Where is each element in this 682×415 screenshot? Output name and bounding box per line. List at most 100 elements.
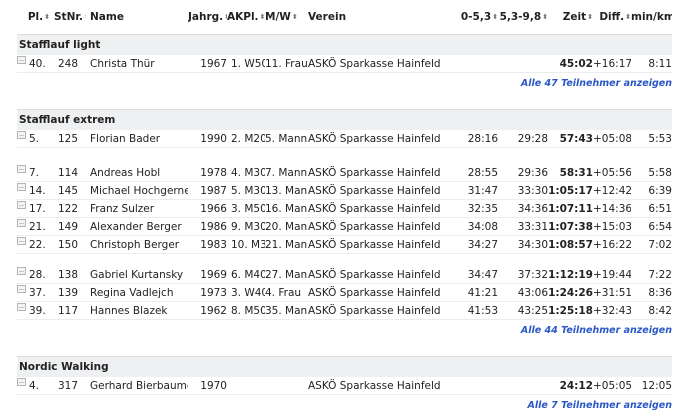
- place-value: 17.: [29, 203, 46, 215]
- cell-place: 21.: [17, 218, 50, 236]
- place-value: 37.: [29, 287, 46, 299]
- table-row[interactable]: 28.138Gabriel Kurtansky19696. M4027. Man…: [17, 254, 672, 284]
- table-row[interactable]: 4.317Gerhard Bierbaumer1970ASKÖ Sparkass…: [17, 377, 672, 395]
- cell-year: 1970: [188, 377, 227, 395]
- cell-club: ASKÖ Sparkasse Hainfeld: [308, 148, 446, 182]
- cell-ageclass-place: 4. M30: [227, 148, 265, 182]
- table-row[interactable]: 7.114Andreas Hobl19784. M307. MannASKÖ S…: [17, 148, 672, 182]
- certificate-icon[interactable]: [17, 201, 26, 209]
- col-header-split2[interactable]: 5,3-9,8⬍: [498, 0, 548, 35]
- cell-name: Christoph Berger: [86, 236, 188, 254]
- col-header-verein[interactable]: Verein⬍: [308, 0, 446, 35]
- section-header: Nordic Walking: [17, 357, 672, 378]
- cell-name: Gerhard Bierbaumer: [86, 377, 188, 395]
- cell-club: ASKÖ Sparkasse Hainfeld: [308, 254, 446, 284]
- cell-startnumber: 117: [50, 302, 86, 320]
- certificate-icon[interactable]: [17, 165, 26, 173]
- cell-split-1: 34:47: [446, 254, 498, 284]
- show-all-row: Alle 7 Teilnehmer anzeigen: [17, 395, 672, 415]
- cell-year: 1967: [188, 55, 227, 73]
- cell-name: Hannes Blazek: [86, 302, 188, 320]
- col-header-diff[interactable]: Diff.⬍: [593, 0, 631, 35]
- cell-ageclass-place: 3. M50: [227, 200, 265, 218]
- table-row[interactable]: 40.248Christa Thür19671. W5011. FrauASKÖ…: [17, 55, 672, 73]
- certificate-icon[interactable]: [17, 267, 26, 275]
- place-value: 21.: [29, 221, 46, 233]
- cell-name: Michael Hochgerner: [86, 182, 188, 200]
- table-row[interactable]: 5.125Florian Bader19902. M205. MannASKÖ …: [17, 130, 672, 148]
- cell-club: ASKÖ Sparkasse Hainfeld: [308, 218, 446, 236]
- cell-pace: 5:53: [631, 130, 672, 148]
- cell-name: Christa Thür: [86, 55, 188, 73]
- cell-ageclass-place: [227, 377, 265, 395]
- col-header-zeit[interactable]: Zeit⬍: [548, 0, 593, 35]
- section-title: Nordic Walking: [17, 357, 672, 378]
- col-header-split1[interactable]: 0-5,3⬍: [446, 0, 498, 35]
- table-header-row: Pl.⬍ StNr.⬍ Name⬍ Jahrg.⬍ AKPl.⬍ M/W⬍ Ve…: [17, 0, 672, 35]
- show-all-participants-link[interactable]: Alle 44 Teilnehmer anzeigen: [521, 325, 672, 336]
- cell-year: 1969: [188, 254, 227, 284]
- cell-year: 1986: [188, 218, 227, 236]
- cell-split-2: 29:36: [498, 148, 548, 182]
- certificate-icon[interactable]: [17, 219, 26, 227]
- cell-diff: +14:36: [593, 200, 631, 218]
- cell-split-2: 34:36: [498, 200, 548, 218]
- table-row[interactable]: 17.122Franz Sulzer19663. M5016. MannASKÖ…: [17, 200, 672, 218]
- certificate-icon[interactable]: [17, 183, 26, 191]
- cell-club: ASKÖ Sparkasse Hainfeld: [308, 182, 446, 200]
- col-header-name[interactable]: Name⬍: [86, 0, 188, 35]
- table-row[interactable]: 39.117Hannes Blazek19628. M5035. MannASK…: [17, 302, 672, 320]
- cell-pace: 7:22: [631, 254, 672, 284]
- table-row[interactable]: 21.149Alexander Berger19869. M3020. Mann…: [17, 218, 672, 236]
- cell-gender-place: 21. Mann: [265, 236, 308, 254]
- results-table: Pl.⬍ StNr.⬍ Name⬍ Jahrg.⬍ AKPl.⬍ M/W⬍ Ve…: [17, 0, 672, 415]
- table-row[interactable]: 22.150Christoph Berger198310. M3021. Man…: [17, 236, 672, 254]
- cell-ageclass-place: 8. M50: [227, 302, 265, 320]
- results-container: Pl.⬍ StNr.⬍ Name⬍ Jahrg.⬍ AKPl.⬍ M/W⬍ Ve…: [17, 0, 672, 415]
- cell-diff: +12:42: [593, 182, 631, 200]
- certificate-icon[interactable]: [17, 237, 26, 245]
- cell-gender-place: [265, 377, 308, 395]
- cell-split-1: [446, 377, 498, 395]
- certificate-icon[interactable]: [17, 56, 26, 64]
- cell-split-1: 28:16: [446, 130, 498, 148]
- cell-name: Regina Vadlejch: [86, 284, 188, 302]
- cell-name: Franz Sulzer: [86, 200, 188, 218]
- cell-split-2: 37:32: [498, 254, 548, 284]
- cell-diff: +05:05: [593, 377, 631, 395]
- cell-year: 1962: [188, 302, 227, 320]
- cell-place: 37.: [17, 284, 50, 302]
- section-title: Stafflauf extrem: [17, 110, 672, 131]
- place-value: 22.: [29, 239, 46, 251]
- place-value: 7.: [29, 167, 39, 179]
- cell-diff: +05:08: [593, 130, 631, 148]
- cell-pace: 12:05: [631, 377, 672, 395]
- certificate-icon[interactable]: [17, 285, 26, 293]
- table-row[interactable]: 14.145Michael Hochgerner19875. M3013. Ma…: [17, 182, 672, 200]
- cell-split-1: 32:35: [446, 200, 498, 218]
- cell-ageclass-place: 5. M30: [227, 182, 265, 200]
- section-title: Stafflauf light: [17, 35, 672, 56]
- show-all-participants-link[interactable]: Alle 7 Teilnehmer anzeigen: [528, 400, 672, 411]
- col-header-stnr[interactable]: StNr.⬍: [50, 0, 86, 35]
- col-header-akpl[interactable]: AKPl.⬍: [227, 0, 265, 35]
- col-header-minkm[interactable]: min/km⬍: [631, 0, 672, 35]
- cell-pace: 8:11: [631, 55, 672, 73]
- cell-name: Gabriel Kurtansky: [86, 254, 188, 284]
- certificate-icon[interactable]: [17, 131, 26, 139]
- cell-startnumber: 114: [50, 148, 86, 182]
- cell-time: 1:12:19: [548, 254, 593, 284]
- col-header-mw[interactable]: M/W⬍: [265, 0, 308, 35]
- cell-diff: +15:03: [593, 218, 631, 236]
- col-header-jahrg[interactable]: Jahrg.⬍: [188, 0, 227, 35]
- cell-place: 14.: [17, 182, 50, 200]
- cell-diff: +31:51: [593, 284, 631, 302]
- cell-startnumber: 122: [50, 200, 86, 218]
- table-row[interactable]: 37.139Regina Vadlejch19733. W404. FrauAS…: [17, 284, 672, 302]
- show-all-participants-link[interactable]: Alle 47 Teilnehmer anzeigen: [521, 78, 672, 89]
- cell-place: 40.: [17, 55, 50, 73]
- certificate-icon[interactable]: [17, 378, 26, 386]
- cell-pace: 6:51: [631, 200, 672, 218]
- certificate-icon[interactable]: [17, 303, 26, 311]
- col-header-pl[interactable]: Pl.⬍: [17, 0, 50, 35]
